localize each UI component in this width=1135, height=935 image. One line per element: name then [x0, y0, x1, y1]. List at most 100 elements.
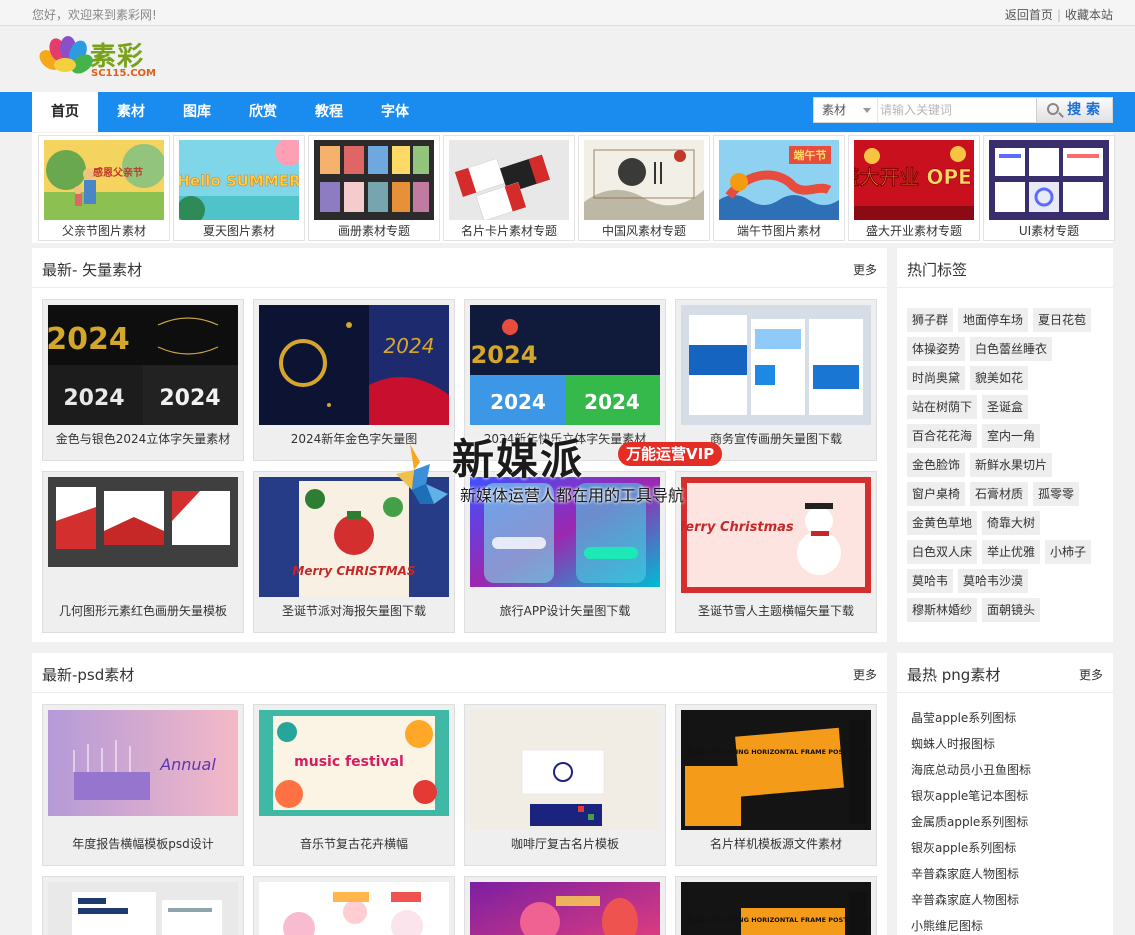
material-thumbnail: [259, 882, 449, 935]
png-list-item[interactable]: 金属质apple系列图标: [911, 813, 1031, 839]
year-2024-text: 2024: [490, 390, 546, 414]
watermark-slogan: 新媒体运营人都在用的工具导航: [460, 486, 685, 505]
tag-item[interactable]: 面朝镜头: [982, 598, 1041, 622]
search-category-label: 素材: [822, 103, 847, 117]
topic-card[interactable]: 盛大开业 OPEN 盛大开业素材专题: [848, 135, 980, 241]
topic-card[interactable]: 端午节 端午节图片素材: [713, 135, 845, 241]
tag-item[interactable]: 站在树荫下: [907, 395, 978, 419]
tag-item[interactable]: 孤零零: [1033, 482, 1080, 506]
nav-item-material[interactable]: 素材: [98, 92, 164, 132]
png-list-item[interactable]: 辛普森家庭人物图标: [911, 891, 1031, 917]
nav-item-gallery[interactable]: 图库: [164, 92, 230, 132]
card-caption: 几何图形元素红色画册矢量模板: [58, 604, 227, 618]
topic-card[interactable]: UI素材专题: [983, 135, 1115, 241]
year-2024-text: 2024: [471, 341, 538, 369]
year-2024-text: 2024: [48, 322, 130, 357]
chevron-down-icon: [863, 108, 871, 113]
panel-header: 最新-psd素材 更多: [32, 653, 887, 693]
tag-item[interactable]: 狮子群: [907, 308, 954, 332]
tag-item[interactable]: 新鲜水果切片: [970, 453, 1053, 477]
topic-thumbnail: [449, 140, 569, 220]
png-list-item[interactable]: 小熊维尼图标: [911, 917, 1031, 935]
topic-card[interactable]: Hello SUMMER 夏天图片素材: [173, 135, 305, 241]
tag-item[interactable]: 百合花花海: [907, 424, 978, 448]
tag-item[interactable]: 小柿子: [1045, 540, 1092, 564]
material-thumbnail: 2024: [259, 305, 449, 425]
material-card[interactable]: 咖啡厅复古名片模板: [464, 704, 666, 866]
tag-item[interactable]: 夏日花苞: [1033, 308, 1092, 332]
png-list-item[interactable]: 海底总动员小丑鱼图标: [911, 761, 1031, 787]
opening-text: 盛大开业 OPEN: [854, 165, 974, 189]
mockup-title-text: BLACK FLOATING HORIZONTAL FRAME POSTER M…: [687, 748, 871, 756]
search-input[interactable]: [880, 100, 1036, 120]
material-card[interactable]: Annual 年度报告横幅模板psd设计: [42, 704, 244, 866]
topic-caption: 父亲节图片素材: [61, 224, 146, 238]
annual-text: Annual: [159, 755, 216, 774]
tag-item[interactable]: 举止优雅: [982, 540, 1041, 564]
christmas-text: Merry CHRISTMAS: [292, 564, 415, 578]
panel-title: 最新-psd素材: [42, 666, 135, 684]
nav-item-appreciation[interactable]: 欣赏: [230, 92, 296, 132]
topic-card[interactable]: 中国风素材专题: [578, 135, 710, 241]
tag-item[interactable]: 体操姿势: [907, 337, 966, 361]
material-card[interactable]: BLACK FLOATING HORIZONTAL FRAME POSTER M…: [675, 704, 877, 866]
search-category-select[interactable]: 素材: [814, 98, 878, 122]
topic-card[interactable]: 感恩父亲节 父亲节图片素材: [38, 135, 170, 241]
more-link[interactable]: 更多: [853, 261, 877, 278]
panel-title: 热门标签: [907, 261, 968, 279]
tag-cloud: 狮子群 地面停车场 夏日花苞体操姿势 白色蕾丝睡衣时尚奥黛 貌美如花站在树荫下 圣诞盒百合…: [907, 308, 1103, 628]
hot-tags-panel: 热门标签 狮子群 地面停车场 夏日花苞体操姿势 白色蕾丝睡衣时尚奥黛 貌美如花站在树荫下…: [897, 248, 1113, 642]
tag-item[interactable]: 倚靠大树: [982, 511, 1041, 535]
material-card[interactable]: 几何图形元素红色画册矢量模板: [42, 471, 244, 633]
png-list: 晶莹apple系列图标 蜘蛛人时报图标 海底总动员小丑鱼图标 银灰apple笔记…: [911, 709, 1031, 935]
material-card[interactable]: [42, 876, 244, 935]
tag-item[interactable]: 白色双人床: [907, 540, 978, 564]
fox-logo-icon: [396, 444, 448, 504]
png-list-item[interactable]: 晶莹apple系列图标: [911, 709, 1031, 735]
tag-item[interactable]: 穆斯林婚纱: [907, 598, 978, 622]
tag-item[interactable]: 金黄色草地: [907, 511, 978, 535]
topic-thumbnail: [314, 140, 434, 220]
material-card[interactable]: [253, 876, 455, 935]
png-list-item[interactable]: 辛普森家庭人物图标: [911, 865, 1031, 891]
logo-domain-text: SC115.COM: [91, 68, 157, 79]
more-link[interactable]: 更多: [1079, 666, 1103, 683]
material-card[interactable]: BLACK FLOATING HORIZONTAL FRAME POSTER M…: [675, 876, 877, 935]
png-list-item[interactable]: 银灰apple系列图标: [911, 839, 1031, 865]
material-card[interactable]: [464, 876, 666, 935]
more-link[interactable]: 更多: [853, 666, 877, 683]
topic-caption: 名片卡片素材专题: [460, 224, 557, 238]
tag-item[interactable]: 貌美如花: [970, 366, 1029, 390]
nav-item-font[interactable]: 字体: [362, 92, 428, 132]
site-logo[interactable]: 素彩 SC115.COM: [35, 35, 170, 84]
topic-card[interactable]: 名片卡片素材专题: [443, 135, 575, 241]
hot-png-panel: 最热 png素材 更多 晶莹apple系列图标 蜘蛛人时报图标 海底总动员小丑鱼…: [897, 653, 1113, 935]
nav-item-home[interactable]: 首页: [32, 92, 98, 132]
nav-item-tutorial[interactable]: 教程: [296, 92, 362, 132]
card-caption: 名片样机模板源文件素材: [709, 837, 842, 851]
tag-item[interactable]: 金色脸饰: [907, 453, 966, 477]
year-2024-text: 2024: [159, 386, 220, 411]
father-day-text: 感恩父亲节: [93, 166, 143, 179]
png-list-item[interactable]: 蜘蛛人时报图标: [911, 735, 1031, 761]
topic-card[interactable]: 画册素材专题: [308, 135, 440, 241]
tag-item[interactable]: 时尚奥黛: [907, 366, 966, 390]
topic-caption: 端午节图片素材: [736, 224, 821, 238]
mockup-title-text: BLACK FLOATING HORIZONTAL FRAME POSTER M…: [687, 916, 871, 924]
tag-item[interactable]: 地面停车场: [958, 308, 1029, 332]
topic-caption: 盛大开业素材专题: [865, 224, 962, 238]
home-link[interactable]: 返回首页: [1005, 8, 1053, 22]
tag-item[interactable]: 莫哈韦: [907, 569, 954, 593]
search-button[interactable]: 搜 索: [1036, 98, 1112, 122]
flower-logo-icon: [35, 35, 97, 84]
png-list-item[interactable]: 银灰apple笔记本图标: [911, 787, 1031, 813]
tag-item[interactable]: 窗户桌椅: [907, 482, 966, 506]
tag-item[interactable]: 圣诞盒: [982, 395, 1029, 419]
bookmark-link[interactable]: 收藏本站: [1065, 8, 1113, 22]
tag-item[interactable]: 莫哈韦沙漠: [958, 569, 1029, 593]
tag-item[interactable]: 石膏材质: [970, 482, 1029, 506]
tag-item[interactable]: 白色蕾丝睡衣: [970, 337, 1053, 361]
tag-item[interactable]: 室内一角: [982, 424, 1041, 448]
material-card[interactable]: 2024 2024 2024 金色与银色2024立体字矢量素材: [42, 299, 244, 461]
material-card[interactable]: music festival 音乐节复古花卉横幅: [253, 704, 455, 866]
